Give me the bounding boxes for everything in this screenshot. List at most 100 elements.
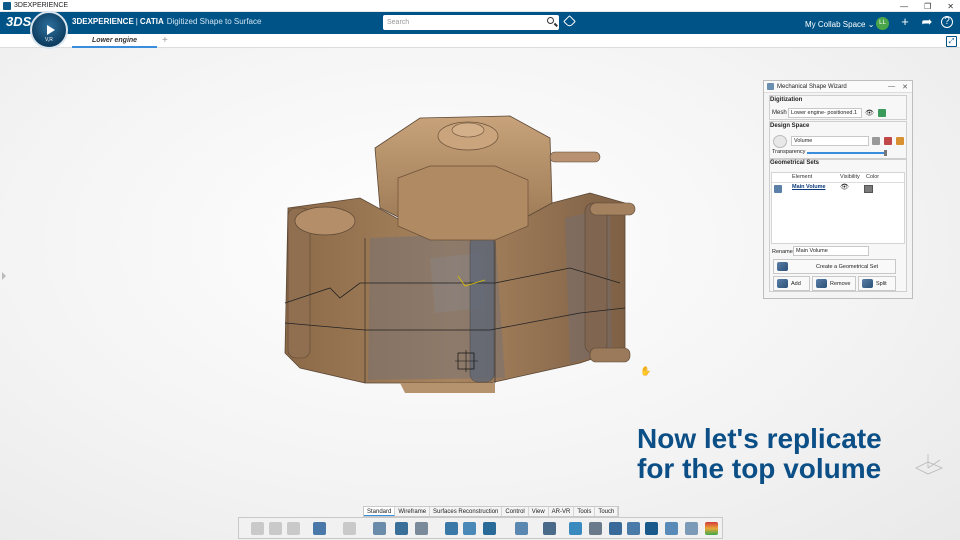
digitization-header: Digitization: [770, 97, 803, 103]
add-icon[interactable]: +: [898, 15, 912, 29]
design-space-header: Design Space: [770, 123, 810, 129]
split-icon: [862, 279, 873, 288]
app-brand: 3DEXPERIENCE | CATIA Digitized Shape to Sur…: [72, 17, 262, 26]
search-icon[interactable]: [547, 17, 554, 24]
volume-field[interactable]: Volume: [791, 136, 869, 146]
tab-control[interactable]: Control: [502, 507, 529, 516]
part-icon[interactable]: [395, 522, 408, 535]
tab-ar-vr[interactable]: AR-VR: [549, 507, 575, 516]
table-row[interactable]: Main Volume: [792, 184, 826, 190]
mesh-label: Mesh: [772, 110, 787, 116]
visibility-eye-icon[interactable]: 👁: [840, 183, 849, 191]
color-icon[interactable]: [884, 137, 892, 145]
expand-icon[interactable]: ⤢: [946, 36, 957, 47]
tab-bar: Lower engine +: [0, 34, 960, 48]
mechanical-shape-wizard-panel: Mechanical Shape Wizard — ✕ Digitization …: [763, 80, 913, 299]
restore-icon[interactable]: ❐: [924, 2, 931, 11]
play-icon[interactable]: [47, 25, 55, 35]
geometrical-sets-header: Geometrical Sets: [770, 160, 820, 166]
action-bar: [238, 517, 723, 539]
material-icon[interactable]: [896, 137, 904, 145]
remove-icon: [816, 279, 827, 288]
pencil-icon[interactable]: [685, 522, 698, 535]
mesh-field[interactable]: Lower engine- positioned.1: [788, 108, 862, 118]
transparency-slider[interactable]: [807, 150, 887, 156]
undo-icon[interactable]: [313, 522, 326, 535]
tab-standard[interactable]: Standard: [364, 507, 396, 516]
mesh-icon[interactable]: [445, 522, 458, 535]
search-input[interactable]: Search: [383, 15, 559, 30]
add-tab-icon[interactable]: +: [162, 34, 168, 47]
tab-lower-engine[interactable]: Lower engine: [72, 34, 157, 48]
section-icon[interactable]: [627, 522, 640, 535]
transparency-label: Transparency: [772, 149, 806, 155]
app-top-bar: 3DS 3DEXPERIENCE | CATIA Digitized Shape to…: [0, 12, 960, 34]
cut-icon[interactable]: [251, 522, 264, 535]
column-header: Visibility: [840, 174, 860, 180]
search-placeholder: Search: [387, 19, 410, 26]
split-button[interactable]: Split: [858, 276, 896, 291]
plane-icon[interactable]: [589, 522, 602, 535]
caption: Now let's replicate for the top volume: [637, 424, 882, 484]
action-bar-tabs: Standard Wireframe Surfaces Reconstructi…: [363, 506, 620, 517]
rename-label: Rename: [772, 249, 793, 255]
avatar[interactable]: LL: [876, 17, 889, 30]
collab-space-selector[interactable]: My Collab Space ⌄: [805, 20, 874, 29]
remove-button[interactable]: Remove: [812, 276, 856, 291]
rename-field[interactable]: Main Volume: [793, 246, 869, 256]
volume-icon: [773, 135, 787, 148]
axis-triad-icon[interactable]: [912, 450, 946, 476]
caption-line-2: for the top volume: [637, 453, 882, 484]
brand-name: 3DEXPERIENCE: [72, 17, 134, 26]
geometrical-sets-table: Element Visibility Color Main Volume 👁: [771, 172, 905, 244]
create-geometrical-set-button[interactable]: Create a Geometrical Set: [773, 259, 896, 274]
tab-wireframe[interactable]: Wireframe: [395, 507, 431, 516]
copy-icon[interactable]: [269, 522, 282, 535]
eye-icon[interactable]: 👁: [865, 109, 874, 117]
os-window-title: 3DEXPERIENCE: [14, 2, 69, 9]
caption-line-1: Now let's replicate: [637, 423, 882, 454]
set-icon: [774, 185, 782, 193]
paste-icon[interactable]: [287, 522, 300, 535]
tab-surfaces-reconstruction[interactable]: Surfaces Reconstruction: [430, 507, 503, 516]
panel-minimize-icon[interactable]: —: [888, 83, 895, 91]
help-icon[interactable]: ?: [941, 16, 953, 28]
column-header: Element: [792, 174, 813, 180]
ds-logo[interactable]: 3DS: [6, 14, 31, 29]
compass-label: V,R: [45, 37, 53, 43]
panel-title-bar: Mechanical Shape Wizard — ✕: [764, 81, 912, 93]
update-icon[interactable]: [343, 522, 356, 535]
settings-icon[interactable]: [373, 522, 386, 535]
tab-tools[interactable]: Tools: [574, 507, 596, 516]
color-swatch[interactable]: [864, 185, 873, 193]
wrench-icon[interactable]: [609, 522, 622, 535]
sphere-icon[interactable]: [415, 522, 428, 535]
analysis-icon[interactable]: [705, 522, 718, 535]
minimize-icon[interactable]: —: [900, 2, 908, 11]
shape-icon[interactable]: [483, 522, 496, 535]
mesh-select-icon[interactable]: [878, 109, 886, 117]
pick-icon[interactable]: [872, 137, 880, 145]
surface-icon[interactable]: [463, 522, 476, 535]
add-button[interactable]: Add: [773, 276, 810, 291]
app-icon: [3, 1, 11, 10]
engine-model[interactable]: [280, 108, 640, 398]
grid-icon[interactable]: [645, 522, 658, 535]
sun-icon[interactable]: [569, 522, 582, 535]
tab-view[interactable]: View: [529, 507, 549, 516]
close-icon[interactable]: ✕: [947, 2, 954, 11]
os-title-bar: 3DEXPERIENCE — ❐ ✕: [0, 0, 960, 12]
compass[interactable]: V,R: [30, 11, 68, 49]
volume-tool-icon[interactable]: [515, 522, 528, 535]
cylinder-icon[interactable]: [665, 522, 678, 535]
side-panel-arrow-icon[interactable]: [2, 272, 6, 280]
panel-close-icon[interactable]: ✕: [902, 83, 908, 91]
panel-title: Mechanical Shape Wizard: [777, 83, 847, 90]
column-header: Color: [866, 174, 880, 180]
brand-app: CATIA: [139, 17, 164, 26]
pointer-icon[interactable]: [543, 522, 556, 535]
share-icon[interactable]: ➦: [920, 15, 934, 29]
create-set-icon: [777, 262, 788, 271]
tab-touch[interactable]: Touch: [595, 507, 619, 516]
tag-icon[interactable]: [563, 15, 576, 28]
